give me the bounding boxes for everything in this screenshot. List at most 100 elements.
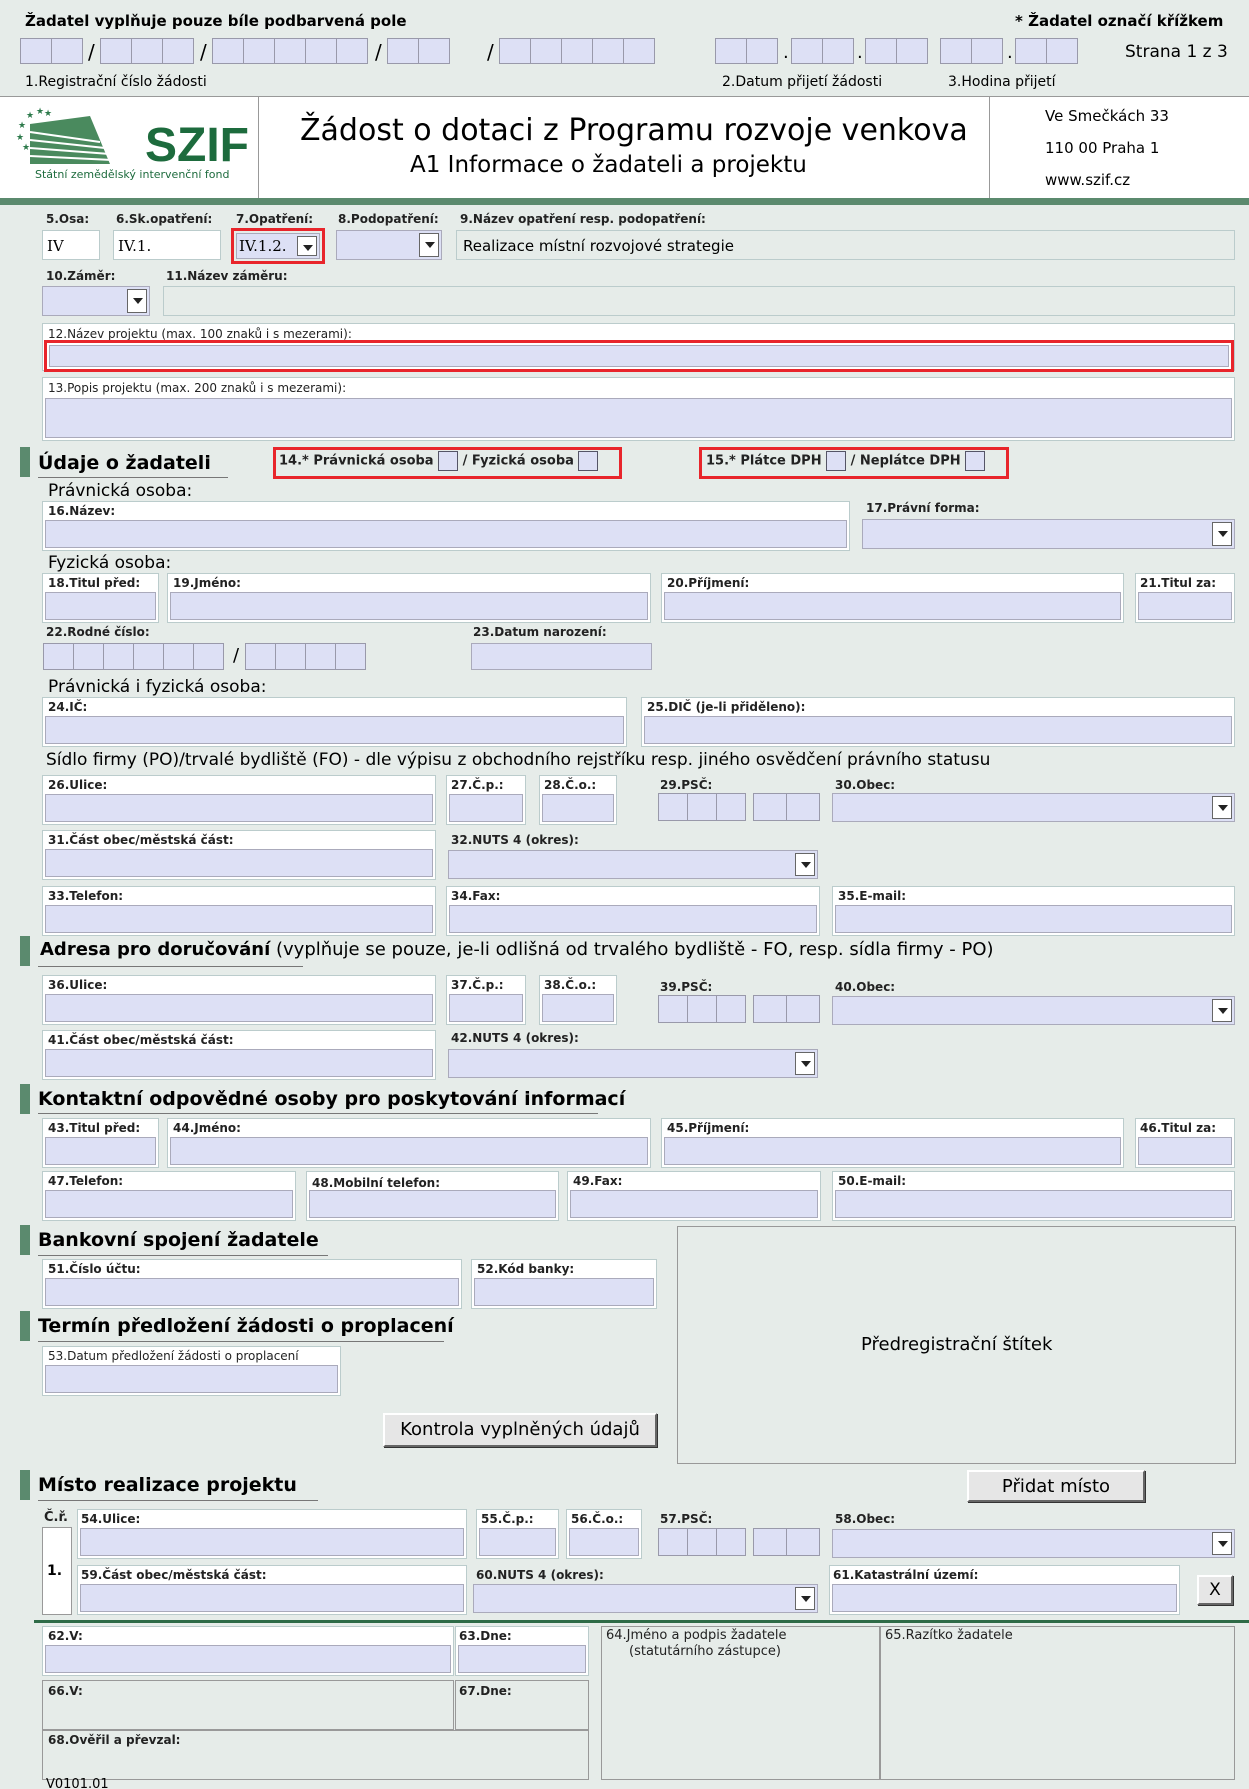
m-cp-input[interactable] [479, 1528, 556, 1556]
opatreni-select[interactable]: IV.1.2. [236, 233, 320, 259]
osa-field[interactable]: IV [42, 230, 100, 260]
k-mobil-input[interactable] [309, 1190, 556, 1218]
rodne-cislo-suffix-input[interactable] [245, 643, 366, 670]
dne1-input[interactable] [458, 1645, 586, 1673]
stitek-label: Předregistrační štítek [861, 1334, 1053, 1355]
k-jmeno-input[interactable] [170, 1137, 648, 1165]
fyzicka-osoba-checkbox[interactable] [578, 451, 599, 471]
date-received-part3[interactable] [865, 38, 928, 64]
katastr-input[interactable] [832, 1584, 1177, 1612]
chevron-down-icon[interactable] [1212, 999, 1232, 1022]
m-obec-select[interactable] [832, 1529, 1235, 1558]
ic-label: 24.IČ: [48, 700, 88, 714]
m-ulice-input[interactable] [80, 1528, 464, 1556]
zamer-select[interactable] [42, 286, 150, 316]
datum-predlozeni-input[interactable] [45, 1365, 338, 1393]
reg-number-part3[interactable] [212, 38, 368, 64]
d-obec-select[interactable] [832, 996, 1235, 1025]
obec-select[interactable] [832, 793, 1235, 822]
logo-wordmark: SZIF [145, 119, 249, 172]
nazev-zameru-field[interactable] [163, 286, 1235, 316]
podopatreni-select[interactable] [336, 230, 442, 260]
popis-projektu-input[interactable] [45, 398, 1232, 438]
chevron-down-icon[interactable] [1212, 796, 1232, 819]
telefon-input[interactable] [45, 905, 433, 933]
reg-number-part4[interactable] [387, 38, 450, 64]
reg-number-field[interactable] [20, 38, 83, 64]
m-psc-input[interactable] [658, 1528, 746, 1556]
ulice-input[interactable] [45, 794, 433, 822]
d-co-input[interactable] [542, 994, 614, 1022]
dot: . [1007, 42, 1013, 63]
divider [989, 96, 990, 200]
m-nuts-select[interactable] [473, 1584, 818, 1613]
d-psc-input-part2[interactable] [753, 995, 820, 1023]
rodne-cislo-input[interactable] [43, 643, 224, 670]
date-received-part2[interactable] [791, 38, 854, 64]
dic-input[interactable] [644, 716, 1232, 744]
neplatce-dph-checkbox[interactable] [965, 451, 986, 471]
jmeno-input[interactable] [170, 592, 648, 620]
platce-dph-checkbox[interactable] [826, 451, 847, 471]
delete-row-button[interactable]: X [1197, 1575, 1233, 1605]
chevron-down-icon[interactable] [795, 1052, 815, 1075]
d-nuts-select[interactable] [448, 1049, 818, 1078]
time-received-field[interactable] [940, 38, 1003, 64]
k-titul-pred-input[interactable] [45, 1137, 156, 1165]
chevron-down-icon[interactable] [419, 233, 439, 257]
d-cp-input[interactable] [449, 994, 523, 1022]
m-psc-input-part2[interactable] [753, 1528, 820, 1556]
psc-input-part2[interactable] [753, 793, 820, 821]
dne1-label: 63.Dne: [459, 1629, 512, 1643]
nazev-input[interactable] [45, 520, 847, 548]
chevron-down-icon[interactable] [297, 236, 317, 256]
k-email-input[interactable] [835, 1190, 1232, 1218]
titul-za-input[interactable] [1138, 592, 1232, 620]
nuts-select[interactable] [448, 850, 818, 879]
svg-text:★: ★ [16, 133, 24, 143]
ucet-input[interactable] [45, 1278, 459, 1306]
cp-input[interactable] [449, 794, 523, 822]
ic-input[interactable] [45, 716, 624, 744]
m-co-input[interactable] [569, 1528, 639, 1556]
d-psc-input[interactable] [658, 995, 746, 1023]
rodne-cislo-label: 22.Rodné číslo: [46, 625, 150, 639]
pravnicka-osoba-checkbox[interactable] [438, 451, 459, 471]
sk-opatreni-field[interactable]: IV.1. [113, 230, 221, 260]
k-fax-input[interactable] [570, 1190, 818, 1218]
time-received-part2[interactable] [1015, 38, 1078, 64]
k-telefon-input[interactable] [45, 1190, 293, 1218]
zamer-label: 10.Záměr: [46, 269, 116, 283]
cast-obce-input[interactable] [45, 849, 433, 877]
v1-input[interactable] [45, 1645, 451, 1673]
psc-input[interactable] [658, 793, 746, 821]
date-received-field[interactable] [715, 38, 778, 64]
chevron-down-icon[interactable] [795, 853, 815, 876]
chevron-down-icon[interactable] [795, 1587, 815, 1610]
kod-banky-input[interactable] [474, 1278, 654, 1306]
slash: / [200, 40, 207, 64]
pridat-misto-button[interactable]: Přidat místo [967, 1470, 1145, 1502]
chevron-down-icon[interactable] [1212, 1532, 1232, 1555]
pravni-forma-select[interactable] [862, 519, 1235, 549]
reg-number-part5[interactable] [499, 38, 655, 64]
k-prijmeni-input[interactable] [664, 1137, 1121, 1165]
co-input[interactable] [542, 794, 614, 822]
fax-input[interactable] [449, 905, 817, 933]
d-ulice-input[interactable] [45, 994, 433, 1022]
titul-pred-input[interactable] [45, 592, 156, 620]
k-titul-za-input[interactable] [1138, 1137, 1232, 1165]
d-nuts-label: 42.NUTS 4 (okres): [451, 1031, 579, 1045]
left-margin-bar [0, 205, 34, 1789]
mark-note: * Žadatel označí křížkem [1015, 12, 1224, 30]
reg-number-part2[interactable] [100, 38, 194, 64]
email-input[interactable] [835, 905, 1232, 933]
prijmeni-input[interactable] [664, 592, 1121, 620]
kontrola-button[interactable]: Kontrola vyplněných údajů [383, 1413, 657, 1447]
nazev-projektu-input[interactable] [49, 345, 1229, 367]
chevron-down-icon[interactable] [1212, 522, 1232, 546]
m-cast-obce-input[interactable] [80, 1584, 464, 1612]
datum-narozeni-input[interactable] [471, 643, 652, 670]
d-cast-obce-input[interactable] [45, 1049, 433, 1077]
chevron-down-icon[interactable] [127, 289, 147, 313]
